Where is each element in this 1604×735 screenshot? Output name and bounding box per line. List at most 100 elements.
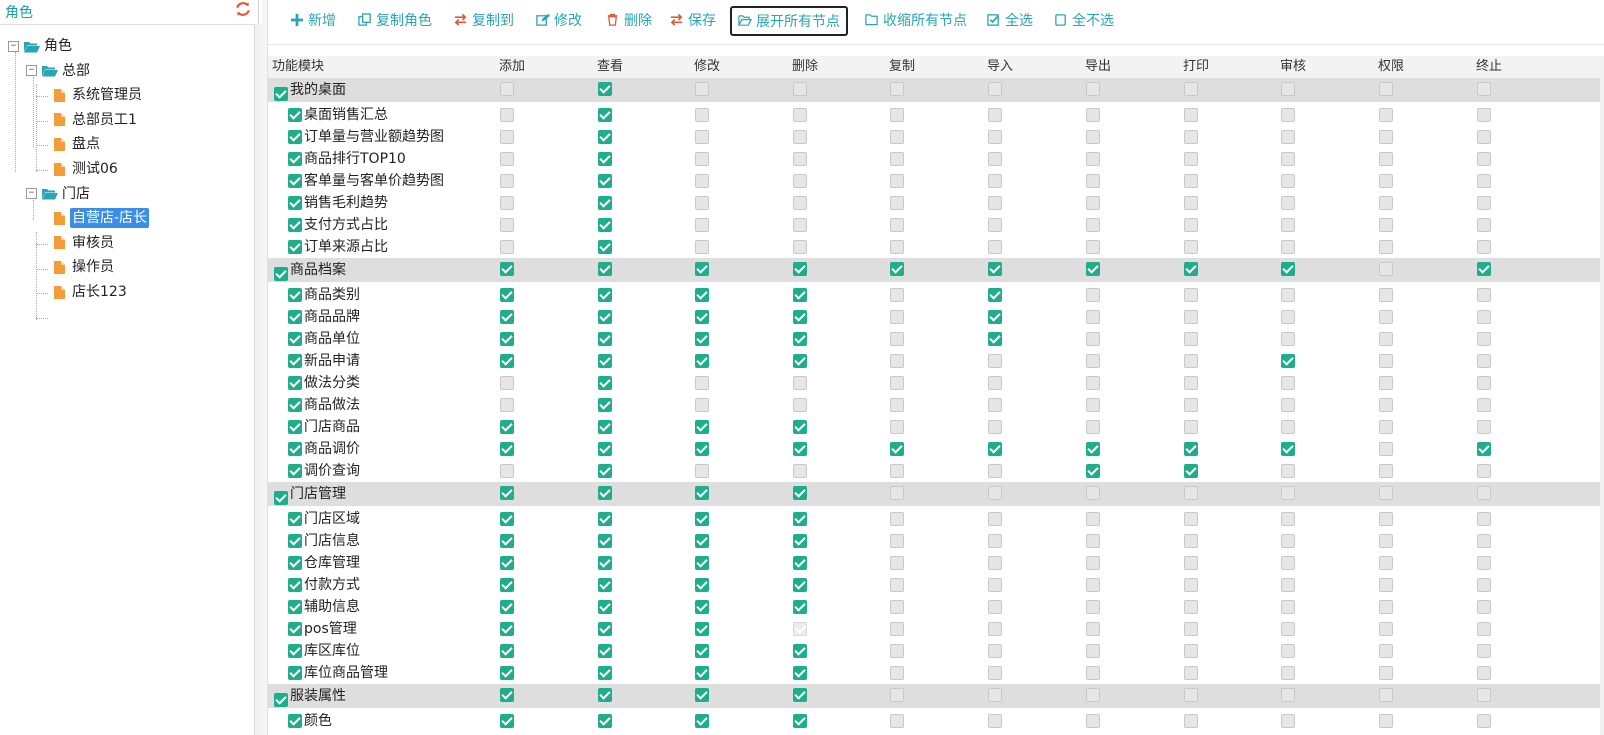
permission-checkbox[interactable] [598,556,612,570]
permission-checkbox[interactable] [988,644,1002,658]
permission-checkbox[interactable] [500,688,514,702]
permission-checkbox[interactable] [1086,196,1100,210]
permission-checkbox[interactable] [793,174,807,188]
permission-checkbox[interactable] [1477,644,1491,658]
permission-checkbox[interactable] [1477,688,1491,702]
permission-checkbox[interactable] [793,262,807,276]
permission-checkbox[interactable] [1281,556,1295,570]
permission-checkbox[interactable] [1477,600,1491,614]
permission-checkbox[interactable] [793,354,807,368]
permission-checkbox[interactable] [1086,486,1100,500]
permission-checkbox[interactable] [500,512,514,526]
permission-checkbox[interactable] [1281,310,1295,324]
permission-checkbox[interactable] [988,288,1002,302]
collapse-toggle-icon[interactable]: − [8,40,19,52]
permission-checkbox[interactable] [988,82,1002,96]
permission-checkbox[interactable] [598,666,612,680]
permission-checkbox[interactable] [695,600,709,614]
permission-checkbox[interactable] [500,376,514,390]
module-checkbox[interactable] [288,288,302,302]
module-checkbox[interactable] [274,693,288,707]
permission-checkbox[interactable] [1477,714,1491,728]
module-label[interactable]: 商品品牌 [288,306,360,328]
permission-checkbox[interactable] [1281,688,1295,702]
permission-checkbox[interactable] [695,534,709,548]
tree-node-label[interactable]: 店长123 [70,282,129,302]
permission-checkbox[interactable] [988,196,1002,210]
permission-checkbox[interactable] [890,218,904,232]
permission-checkbox[interactable] [1086,332,1100,346]
permission-checkbox[interactable] [695,310,709,324]
permission-checkbox[interactable] [1477,288,1491,302]
permission-checkbox[interactable] [1086,174,1100,188]
permission-checkbox[interactable] [793,288,807,302]
permission-checkbox[interactable] [500,218,514,232]
permission-checkbox[interactable] [1086,600,1100,614]
module-label[interactable]: 新品申请 [288,350,360,372]
tree-node[interactable]: 自营店-店长 [54,208,150,229]
module-label[interactable]: 客单量与客单价趋势图 [288,170,444,192]
permission-checkbox[interactable] [1184,174,1198,188]
permission-checkbox[interactable] [988,332,1002,346]
module-checkbox[interactable] [288,108,302,122]
module-checkbox[interactable] [288,644,302,658]
module-checkbox[interactable] [288,196,302,210]
permission-checkbox[interactable] [695,486,709,500]
module-checkbox[interactable] [288,556,302,570]
permission-checkbox[interactable] [1281,354,1295,368]
permission-checkbox[interactable] [1184,152,1198,166]
permission-checkbox[interactable] [1184,376,1198,390]
permission-checkbox[interactable] [598,534,612,548]
tree-node[interactable]: 总部员工1 [54,110,139,130]
permission-checkbox[interactable] [988,600,1002,614]
copy-to-button[interactable]: 复制到 [454,7,514,33]
permission-checkbox[interactable] [1281,534,1295,548]
permission-checkbox[interactable] [793,332,807,346]
module-label[interactable]: 调价查询 [288,460,360,482]
permission-checkbox[interactable] [695,464,709,478]
permission-checkbox[interactable] [793,600,807,614]
module-checkbox[interactable] [274,491,288,505]
permission-checkbox[interactable] [1379,420,1393,434]
permission-checkbox[interactable] [1379,82,1393,96]
permission-checkbox[interactable] [1281,398,1295,412]
permission-checkbox[interactable] [890,288,904,302]
module-label[interactable]: 门店区域 [288,508,360,530]
permission-checkbox[interactable] [1281,152,1295,166]
collapse-all-button[interactable]: 收缩所有节点 [865,7,967,33]
permission-checkbox[interactable] [598,714,612,728]
permission-checkbox[interactable] [1281,262,1295,276]
permission-checkbox[interactable] [1477,130,1491,144]
permission-checkbox[interactable] [1281,82,1295,96]
permission-checkbox[interactable] [1184,262,1198,276]
permission-checkbox[interactable] [695,130,709,144]
permission-checkbox[interactable] [1477,398,1491,412]
permission-checkbox[interactable] [695,218,709,232]
permission-checkbox[interactable] [1477,512,1491,526]
permission-checkbox[interactable] [1281,108,1295,122]
permission-checkbox[interactable] [890,464,904,478]
module-checkbox[interactable] [288,534,302,548]
permission-checkbox[interactable] [1086,556,1100,570]
permission-checkbox[interactable] [1379,376,1393,390]
permission-checkbox[interactable] [1379,666,1393,680]
permission-checkbox[interactable] [1086,152,1100,166]
permission-checkbox[interactable] [793,152,807,166]
permission-checkbox[interactable] [1379,714,1393,728]
permission-checkbox[interactable] [1281,376,1295,390]
module-label[interactable]: pos管理 [288,618,357,640]
module-checkbox[interactable] [288,512,302,526]
permission-checkbox[interactable] [890,310,904,324]
permission-checkbox[interactable] [1379,310,1393,324]
permission-checkbox[interactable] [500,442,514,456]
permission-checkbox[interactable] [890,398,904,412]
permission-checkbox[interactable] [1184,442,1198,456]
permission-checkbox[interactable] [500,310,514,324]
permission-checkbox[interactable] [793,196,807,210]
permission-checkbox[interactable] [500,398,514,412]
module-checkbox[interactable] [288,174,302,188]
module-label[interactable]: 商品排行TOP10 [288,148,406,170]
permission-checkbox[interactable] [1086,442,1100,456]
permission-checkbox[interactable] [1379,556,1393,570]
permission-checkbox[interactable] [1086,644,1100,658]
